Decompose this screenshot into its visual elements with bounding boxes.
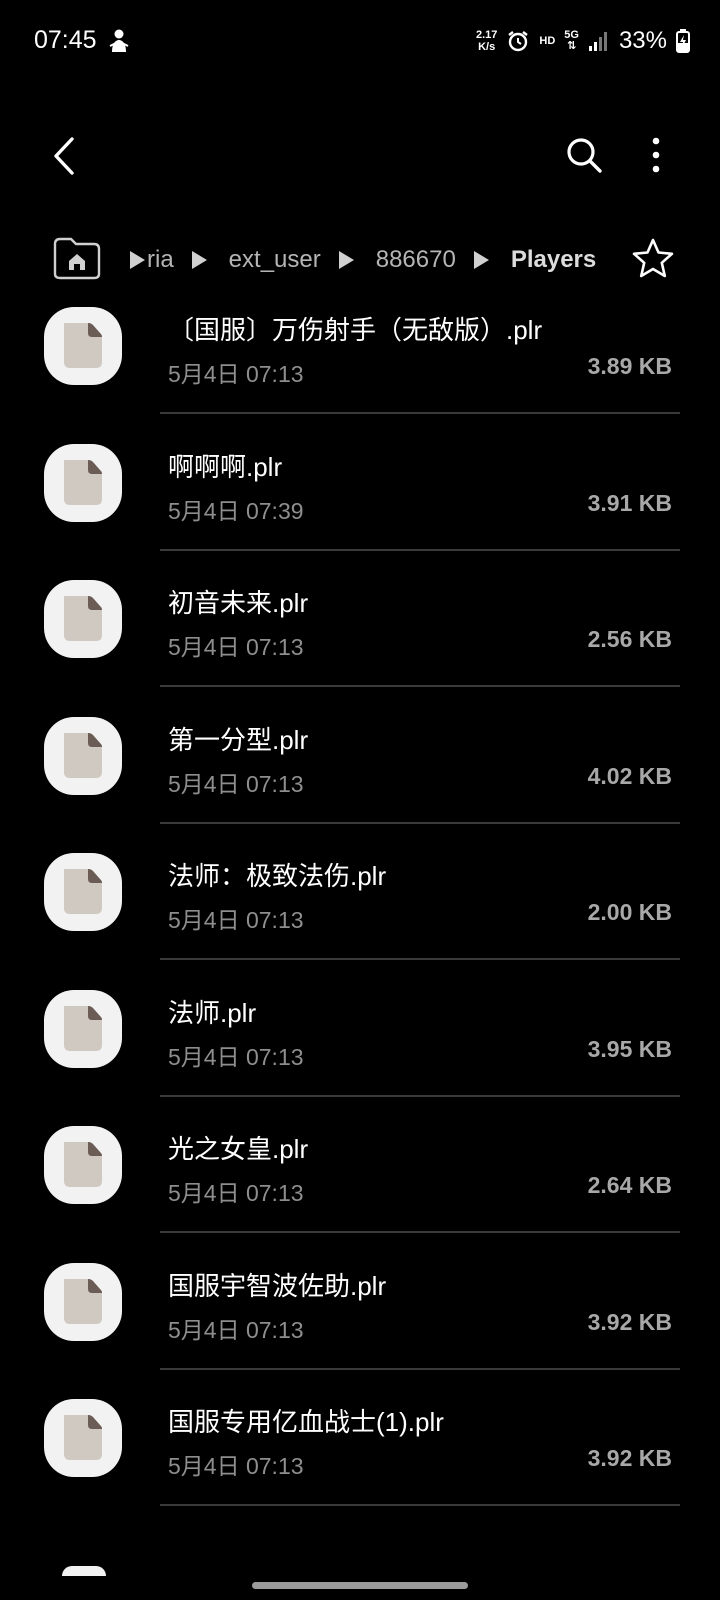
file-date: 5月4日 07:13 bbox=[168, 634, 304, 660]
file-date: 5月4日 07:13 bbox=[168, 770, 304, 797]
more-vert-icon bbox=[652, 137, 660, 173]
file-icon bbox=[44, 1262, 122, 1341]
file-list: 〔国服〕万伤射手（无敌版）.plr 5月4日 07:13 3.89 KB 啊啊啊.pl… bbox=[0, 300, 720, 1572]
divider bbox=[160, 685, 680, 687]
divider bbox=[160, 1367, 680, 1370]
file-date: 5月4日 07:39 bbox=[168, 497, 304, 524]
network-type: 5G ⇅ bbox=[564, 29, 579, 52]
file-date: 5月4日 07:13 bbox=[168, 361, 304, 387]
file-size: 2.56 KB bbox=[587, 626, 672, 652]
chevron-left-icon bbox=[54, 137, 74, 175]
file-icon bbox=[44, 716, 122, 795]
file-icon bbox=[44, 580, 122, 658]
status-bar: 07:45 2.17 K/s HD 5G ⇅ 33% bbox=[0, 0, 720, 82]
file-icon bbox=[44, 853, 122, 931]
file-date: 5月4日 07:13 bbox=[168, 1453, 304, 1479]
file-row[interactable]: 光之女皇.plr 5月4日 07:13 2.64 KB bbox=[0, 1119, 720, 1258]
data-arrows-icon: ⇅ bbox=[567, 40, 577, 52]
file-size: 4.02 KB bbox=[587, 762, 672, 789]
file-icon bbox=[44, 443, 122, 522]
file-size: 3.95 KB bbox=[587, 1035, 672, 1062]
battery-percent: 33% bbox=[618, 27, 667, 54]
home-button[interactable] bbox=[52, 236, 102, 280]
file-size: 3.92 KB bbox=[587, 1445, 672, 1471]
breadcrumb-item[interactable]: 886670 bbox=[376, 246, 456, 274]
more-options-button[interactable] bbox=[632, 130, 680, 180]
chevron-right-icon bbox=[338, 251, 354, 269]
folder-home-icon bbox=[53, 237, 101, 280]
file-size: 3.91 KB bbox=[587, 489, 672, 516]
back-button[interactable] bbox=[40, 128, 88, 184]
file-row[interactable]: 第一分型.plr 5月4日 07:13 4.02 KB bbox=[0, 710, 720, 849]
file-row[interactable]: 法师：极致法伤.plr 5月4日 07:13 2.00 KB bbox=[0, 846, 720, 985]
status-time: 07:45 bbox=[34, 26, 97, 54]
file-name: 〔国服〕万伤射手（无敌版）.plr bbox=[168, 315, 543, 345]
file-icon bbox=[44, 989, 122, 1068]
file-icon bbox=[44, 1126, 122, 1204]
net-speed: 2.17 K/s bbox=[475, 29, 498, 53]
breadcrumb-path: ria ext_user 886670 Players bbox=[130, 228, 596, 292]
home-indicator[interactable] bbox=[252, 1582, 468, 1589]
file-row[interactable]: 国服专用亿血战士(1).plr 5月4日 07:13 3.92 KB bbox=[0, 1392, 720, 1531]
divider bbox=[160, 821, 680, 824]
file-row[interactable]: 法师.plr 5月4日 07:13 3.95 KB bbox=[0, 983, 720, 1122]
file-size: 2.64 KB bbox=[587, 1172, 672, 1198]
breadcrumb-item[interactable]: ext_user bbox=[229, 246, 321, 274]
divider bbox=[160, 1231, 680, 1233]
signal-icon bbox=[588, 32, 607, 51]
file-icon bbox=[44, 1399, 122, 1477]
search-button[interactable] bbox=[560, 130, 608, 180]
hd-indicator: HD bbox=[539, 35, 556, 47]
breadcrumb: ria ext_user 886670 Players bbox=[0, 228, 720, 292]
divider bbox=[160, 548, 680, 551]
file-date: 5月4日 07:13 bbox=[168, 907, 304, 933]
file-name: 啊啊啊.plr bbox=[168, 451, 283, 482]
file-name: 国服专用亿血战士(1).plr bbox=[168, 1407, 444, 1437]
file-row[interactable]: 〔国服〕万伤射手（无敌版）.plr 5月4日 07:13 3.89 KB bbox=[0, 300, 720, 439]
chevron-right-icon bbox=[191, 251, 207, 269]
file-name: 光之女皇.plr bbox=[168, 1134, 309, 1164]
file-date: 5月4日 07:13 bbox=[168, 1043, 304, 1070]
file-size: 2.00 KB bbox=[587, 899, 672, 925]
search-icon bbox=[567, 138, 602, 173]
divider bbox=[160, 958, 680, 960]
chevron-right-icon bbox=[473, 251, 489, 269]
alarm-icon bbox=[508, 31, 529, 52]
file-date: 5月4日 07:13 bbox=[168, 1316, 304, 1343]
file-row[interactable]: 初音未来.plr 5月4日 07:13 2.56 KB bbox=[0, 573, 720, 712]
battery-charging-icon bbox=[676, 29, 690, 53]
file-name: 初音未来.plr bbox=[168, 588, 309, 618]
divider bbox=[160, 412, 680, 414]
file-name: 法师：极致法伤.plr bbox=[168, 861, 387, 891]
breadcrumb-item[interactable]: ria bbox=[147, 246, 174, 274]
divider bbox=[160, 1094, 680, 1097]
file-name: 法师.plr bbox=[168, 997, 257, 1028]
file-icon bbox=[44, 307, 122, 385]
status-icons: 2.17 K/s HD 5G ⇅ 33% bbox=[476, 24, 690, 58]
file-date: 5月4日 07:13 bbox=[168, 1180, 304, 1206]
divider bbox=[160, 1504, 680, 1506]
file-name: 国服宇智波佐助.plr bbox=[168, 1270, 387, 1301]
file-size: 3.89 KB bbox=[587, 353, 672, 379]
favorite-button[interactable] bbox=[630, 236, 676, 282]
chevron-right-icon bbox=[130, 251, 145, 269]
file-name: 第一分型.plr bbox=[168, 724, 309, 755]
file-row[interactable]: 国服宇智波佐助.plr 5月4日 07:13 3.92 KB bbox=[0, 1256, 720, 1395]
file-size: 3.92 KB bbox=[587, 1308, 672, 1335]
breadcrumb-current[interactable]: Players bbox=[511, 246, 596, 274]
person-icon bbox=[109, 29, 129, 52]
file-row[interactable]: 啊啊啊.plr 5月4日 07:39 3.91 KB bbox=[0, 437, 720, 576]
star-icon bbox=[632, 238, 674, 278]
file-icon bbox=[62, 1566, 106, 1576]
